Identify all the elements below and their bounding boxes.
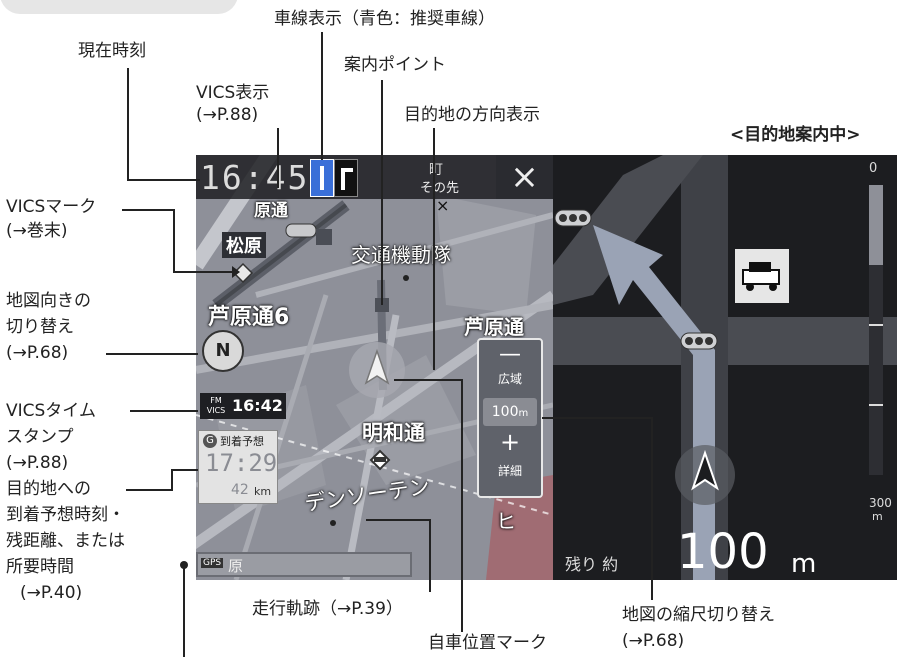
callout-map-orient-2: 切り替え [6, 317, 74, 337]
callout-leaders [106, 32, 653, 657]
callout-lane-display: 車線表示（青色：推奨車線） [274, 9, 495, 29]
callout-arrival-ref: (→P.40) [20, 583, 83, 603]
callout-dest-direction: 目的地の方向表示 [404, 105, 540, 125]
callout-vics-time-ref: (→P.88) [6, 453, 69, 473]
callout-own-car: 自車位置マーク [428, 633, 547, 653]
callout-map-orient-ref: (→P.68) [6, 343, 69, 363]
callout-map-orient-1: 地図向きの [6, 291, 91, 311]
callout-scale-switch-ref: (→P.68) [622, 631, 685, 651]
callout-vics-mark-ref: (→巻末) [6, 221, 68, 241]
callout-guide-point: 案内ポイント [344, 55, 446, 75]
callout-vics-mark: VICSマーク [6, 197, 97, 217]
callout-vics-time-2: スタンプ [6, 427, 74, 447]
callout-vics-time-1: VICSタイム [6, 401, 96, 421]
callout-vics-display: VICS表示 [196, 83, 270, 103]
callout-arrival-3: 残距離、または [6, 531, 125, 551]
callout-current-time: 現在時刻 [78, 41, 146, 61]
callout-arrival-4: 所要時間 [6, 557, 74, 577]
callout-arrival-1: 目的地への [6, 479, 91, 499]
mode-label: <目的地案内中> [730, 125, 861, 145]
callout-scale-switch: 地図の縮尺切り替え [622, 605, 775, 625]
callout-arrival-2: 到着予想時刻・ [6, 505, 125, 525]
callout-track: 走行軌跡（→P.39） [252, 599, 403, 619]
callout-vics-display-ref: (→P.88) [196, 105, 259, 125]
